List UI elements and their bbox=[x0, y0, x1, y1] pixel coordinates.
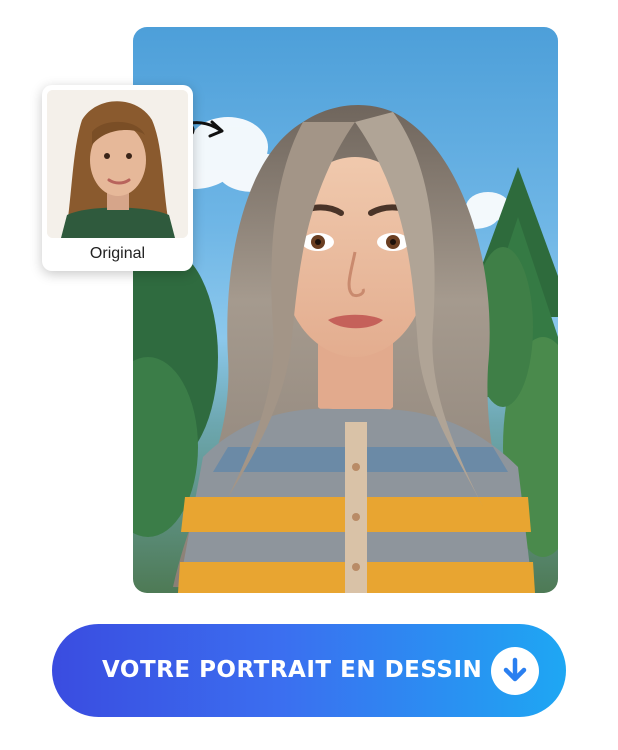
original-label: Original bbox=[89, 245, 146, 262]
download-arrow-icon bbox=[491, 647, 539, 695]
original-photo bbox=[47, 90, 188, 238]
portrait-drawing-button[interactable]: VOTRE PORTRAIT EN DESSIN bbox=[52, 624, 566, 717]
original-photo-card: Original bbox=[42, 85, 193, 271]
cta-label: VOTRE PORTRAIT EN DESSIN bbox=[102, 657, 483, 683]
